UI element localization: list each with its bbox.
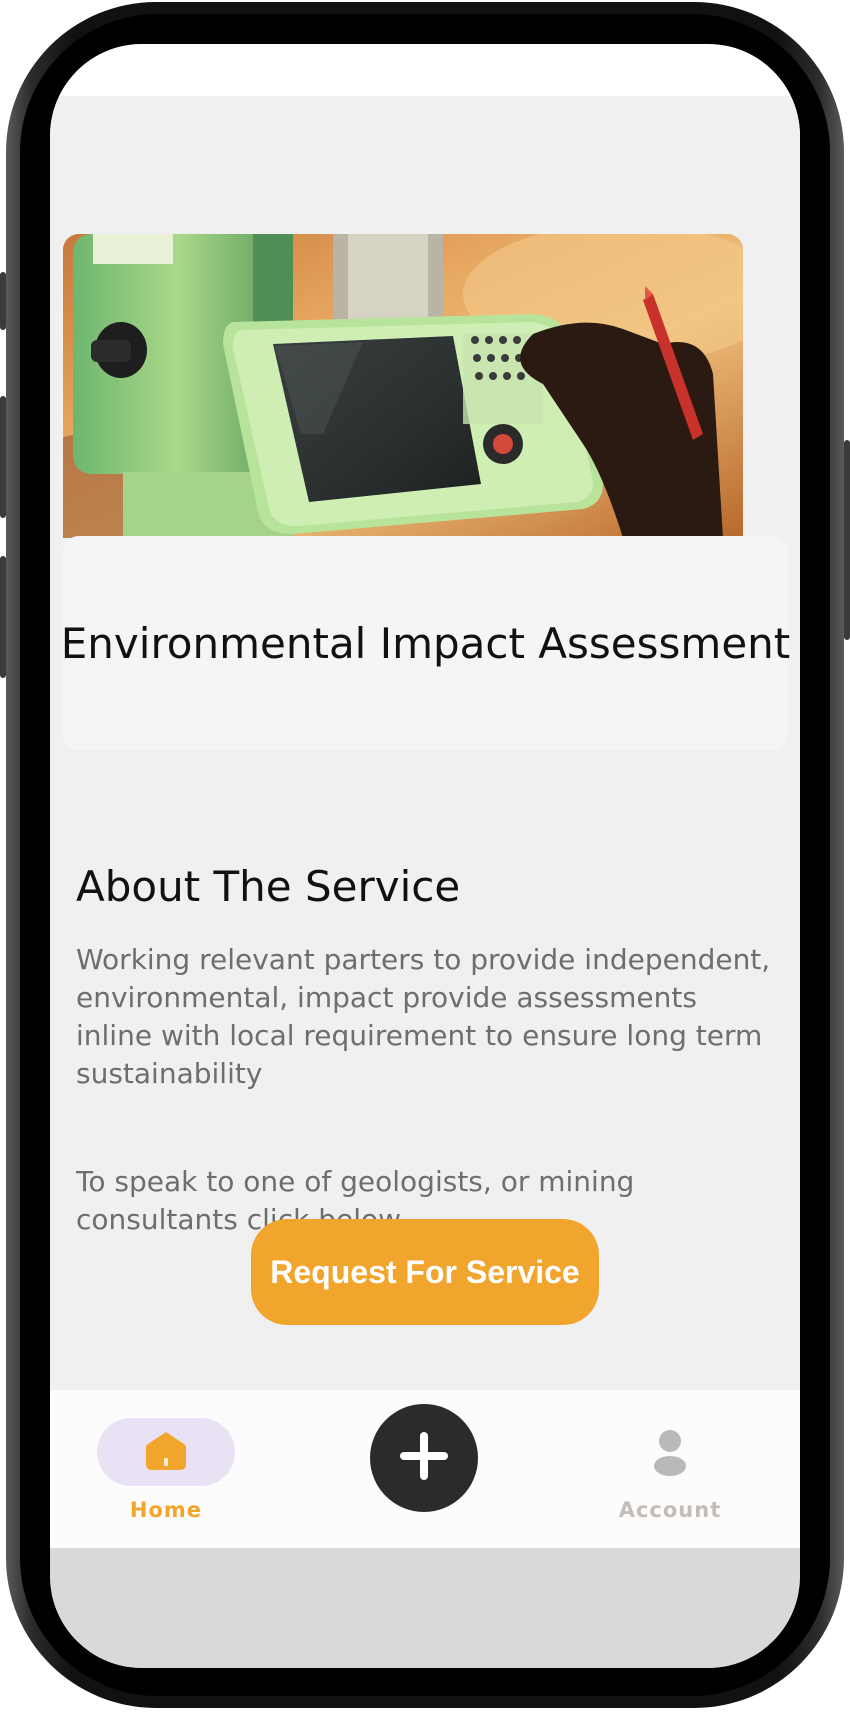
power-button <box>844 440 850 640</box>
service-title: Environmental Impact Assessment <box>60 618 791 668</box>
service-hero-image <box>63 234 743 538</box>
plus-icon <box>398 1430 450 1487</box>
silent-switch <box>0 272 6 330</box>
volume-up-button <box>0 396 6 518</box>
nav-home-label[interactable]: Home <box>97 1498 235 1522</box>
surveying-instrument-illustration <box>63 234 743 538</box>
request-service-button[interactable]: Request For Service <box>251 1219 599 1325</box>
add-button[interactable] <box>370 1404 478 1512</box>
status-bar <box>50 44 800 96</box>
home-icon <box>144 1428 188 1477</box>
volume-down-button <box>0 556 6 678</box>
home-indicator-area <box>50 1548 800 1668</box>
service-title-card: Environmental Impact Assessment <box>60 536 791 750</box>
user-icon[interactable] <box>645 1428 695 1478</box>
bottom-nav: Home Account <box>50 1390 800 1548</box>
about-heading: About The Service <box>76 862 461 911</box>
service-detail-page: Environmental Impact Assessment About Th… <box>50 96 800 1390</box>
app-screen: Environmental Impact Assessment About Th… <box>50 44 800 1668</box>
nav-home-tab[interactable] <box>97 1418 235 1486</box>
about-description: Working relevant parters to provide inde… <box>76 943 771 1090</box>
nav-account-label[interactable]: Account <box>605 1498 735 1522</box>
